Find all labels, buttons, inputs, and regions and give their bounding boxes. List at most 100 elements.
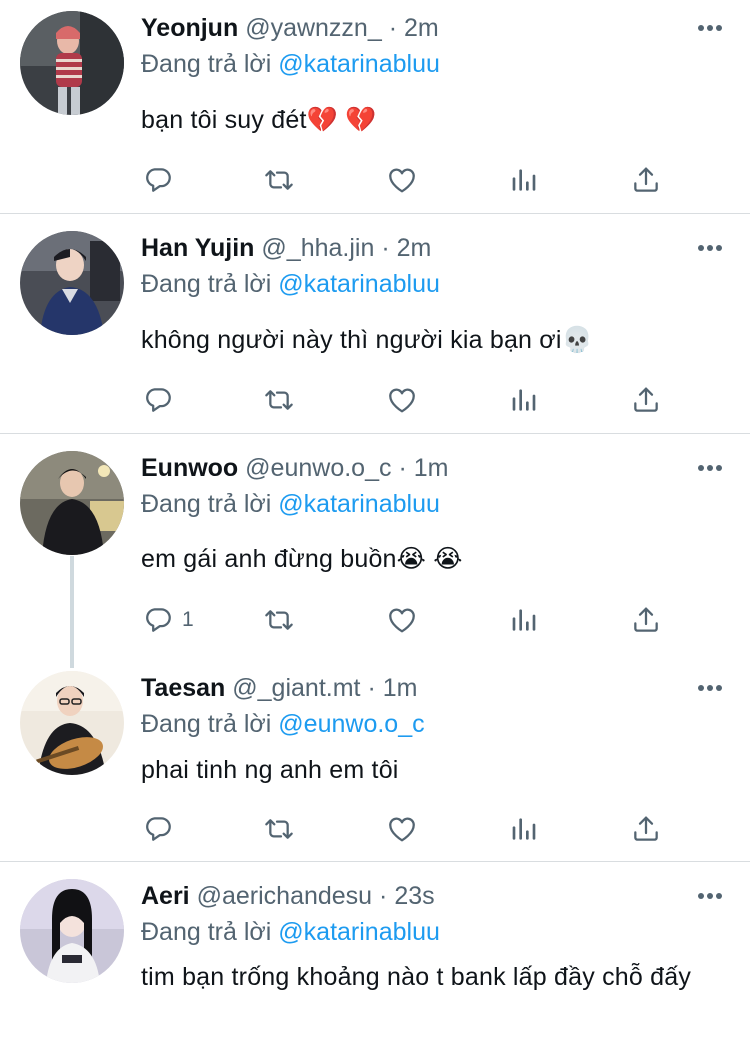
share-icon bbox=[630, 164, 662, 196]
share-button[interactable] bbox=[630, 809, 662, 849]
tweet-text: tim bạn trống khoảng nào t bank lấp đầy … bbox=[141, 963, 692, 991]
reply-button[interactable]: 1 bbox=[142, 600, 194, 640]
action-bar bbox=[0, 809, 750, 849]
replying-to: Đang trả lời @katarinabluu bbox=[141, 267, 440, 301]
separator-dot: · bbox=[367, 674, 376, 702]
replying-to: Đang trả lời @katarinabluu bbox=[141, 487, 440, 521]
avatar[interactable] bbox=[20, 451, 124, 555]
user-handle[interactable]: @_giant.mt bbox=[232, 674, 360, 702]
user-handle[interactable]: @_hha.jin bbox=[261, 234, 374, 262]
mention-link[interactable]: @katarinabluu bbox=[278, 918, 440, 946]
reply-icon bbox=[142, 813, 174, 845]
tweet-1[interactable]: Yeonjun @yawnzzn_ · 2m Đang trả lời @kat… bbox=[0, 0, 750, 213]
stats-button[interactable] bbox=[508, 160, 540, 200]
retweet-icon bbox=[263, 604, 295, 636]
avatar[interactable] bbox=[20, 11, 124, 115]
tweet-text: phai tinh ng anh em tôi bbox=[141, 756, 399, 784]
retweet-button[interactable] bbox=[263, 160, 295, 200]
tweet-header: Han Yujin @_hha.jin · 2m bbox=[141, 231, 431, 265]
display-name[interactable]: Eunwoo bbox=[141, 454, 238, 482]
avatar[interactable] bbox=[20, 231, 124, 335]
user-handle[interactable]: @eunwo.o_c bbox=[245, 454, 391, 482]
retweet-icon bbox=[263, 813, 295, 845]
action-bar: 1 bbox=[0, 600, 750, 640]
separator-dot: · bbox=[381, 234, 390, 262]
tweet-5[interactable]: Aeri @aerichandesu · 23s Đang trả lời @k… bbox=[0, 862, 750, 1045]
more-icon[interactable] bbox=[690, 238, 730, 258]
action-bar bbox=[0, 380, 750, 420]
reply-button[interactable] bbox=[142, 809, 182, 849]
reply-count: 1 bbox=[182, 608, 194, 631]
replying-to-label: Đang trả lời bbox=[141, 490, 272, 518]
reply-button[interactable] bbox=[142, 160, 182, 200]
avatar[interactable] bbox=[20, 879, 124, 983]
like-button[interactable] bbox=[386, 600, 418, 640]
replying-to: Đang trả lời @katarinabluu bbox=[141, 915, 440, 949]
timestamp[interactable]: 2m bbox=[397, 234, 432, 262]
mention-link[interactable]: @katarinabluu bbox=[278, 270, 440, 298]
tweet-2[interactable]: Han Yujin @_hha.jin · 2m Đang trả lời @k… bbox=[0, 214, 750, 433]
display-name[interactable]: Taesan bbox=[141, 674, 225, 702]
retweet-button[interactable] bbox=[263, 809, 295, 849]
retweet-button[interactable] bbox=[263, 380, 295, 420]
like-icon bbox=[386, 164, 418, 196]
stats-button[interactable] bbox=[508, 600, 540, 640]
tweet-header: Yeonjun @yawnzzn_ · 2m bbox=[141, 11, 439, 45]
retweet-button[interactable] bbox=[263, 600, 295, 640]
timestamp[interactable]: 23s bbox=[394, 882, 434, 910]
reply-icon bbox=[142, 164, 174, 196]
mention-link[interactable]: @katarinabluu bbox=[278, 50, 440, 78]
tweet-text: em gái anh đừng buồn😭 😭 bbox=[141, 545, 463, 573]
retweet-icon bbox=[263, 384, 295, 416]
replying-to-label: Đang trả lời bbox=[141, 50, 272, 78]
replying-to-label: Đang trả lời bbox=[141, 918, 272, 946]
like-button[interactable] bbox=[386, 809, 418, 849]
tweet-text: bạn tôi suy đét💔 💔 bbox=[141, 106, 377, 134]
display-name[interactable]: Han Yujin bbox=[141, 234, 254, 262]
separator-dot: · bbox=[388, 14, 398, 42]
display-name[interactable]: Yeonjun bbox=[141, 14, 238, 42]
tweet-header: Taesan @_giant.mt · 1m bbox=[141, 671, 417, 705]
user-handle[interactable]: @aerichandesu bbox=[197, 882, 373, 910]
replying-to-label: Đang trả lời bbox=[141, 710, 272, 738]
share-button[interactable] bbox=[630, 380, 662, 420]
mention-link[interactable]: @eunwo.o_c bbox=[278, 710, 424, 738]
share-icon bbox=[630, 604, 662, 636]
timestamp[interactable]: 1m bbox=[383, 674, 418, 702]
more-icon[interactable] bbox=[690, 18, 730, 38]
reply-icon bbox=[142, 604, 174, 636]
tweet-text: không người này thì người kia bạn ơi💀 bbox=[141, 326, 593, 354]
stats-button[interactable] bbox=[508, 380, 540, 420]
tweet-header: Aeri @aerichandesu · 23s bbox=[141, 879, 435, 913]
more-icon[interactable] bbox=[690, 458, 730, 478]
mention-link[interactable]: @katarinabluu bbox=[278, 490, 440, 518]
tweet-header: Eunwoo @eunwo.o_c · 1m bbox=[141, 451, 448, 485]
stats-icon bbox=[508, 813, 540, 845]
display-name[interactable]: Aeri bbox=[141, 882, 190, 910]
tweet-4[interactable]: Taesan @_giant.mt · 1m Đang trả lời @eun… bbox=[0, 654, 750, 861]
like-button[interactable] bbox=[386, 160, 418, 200]
replying-to: Đang trả lời @katarinabluu bbox=[141, 47, 440, 81]
separator-dot: · bbox=[379, 882, 388, 910]
reply-button[interactable] bbox=[142, 380, 182, 420]
timestamp[interactable]: 2m bbox=[404, 14, 439, 42]
timestamp[interactable]: 1m bbox=[414, 454, 449, 482]
separator-dot: · bbox=[398, 454, 407, 482]
reply-icon bbox=[142, 384, 174, 416]
like-icon bbox=[386, 813, 418, 845]
avatar[interactable] bbox=[20, 671, 124, 775]
more-icon[interactable] bbox=[690, 678, 730, 698]
replying-to-label: Đang trả lời bbox=[141, 270, 272, 298]
stats-icon bbox=[508, 164, 540, 196]
more-icon[interactable] bbox=[690, 886, 730, 906]
like-button[interactable] bbox=[386, 380, 418, 420]
like-icon bbox=[386, 604, 418, 636]
stats-button[interactable] bbox=[508, 809, 540, 849]
action-bar bbox=[0, 160, 750, 200]
share-button[interactable] bbox=[630, 160, 662, 200]
tweet-3[interactable]: Eunwoo @eunwo.o_c · 1m Đang trả lời @kat… bbox=[0, 434, 750, 654]
stats-icon bbox=[508, 604, 540, 636]
user-handle[interactable]: @yawnzzn_ bbox=[245, 14, 382, 42]
share-button[interactable] bbox=[630, 600, 662, 640]
share-icon bbox=[630, 384, 662, 416]
